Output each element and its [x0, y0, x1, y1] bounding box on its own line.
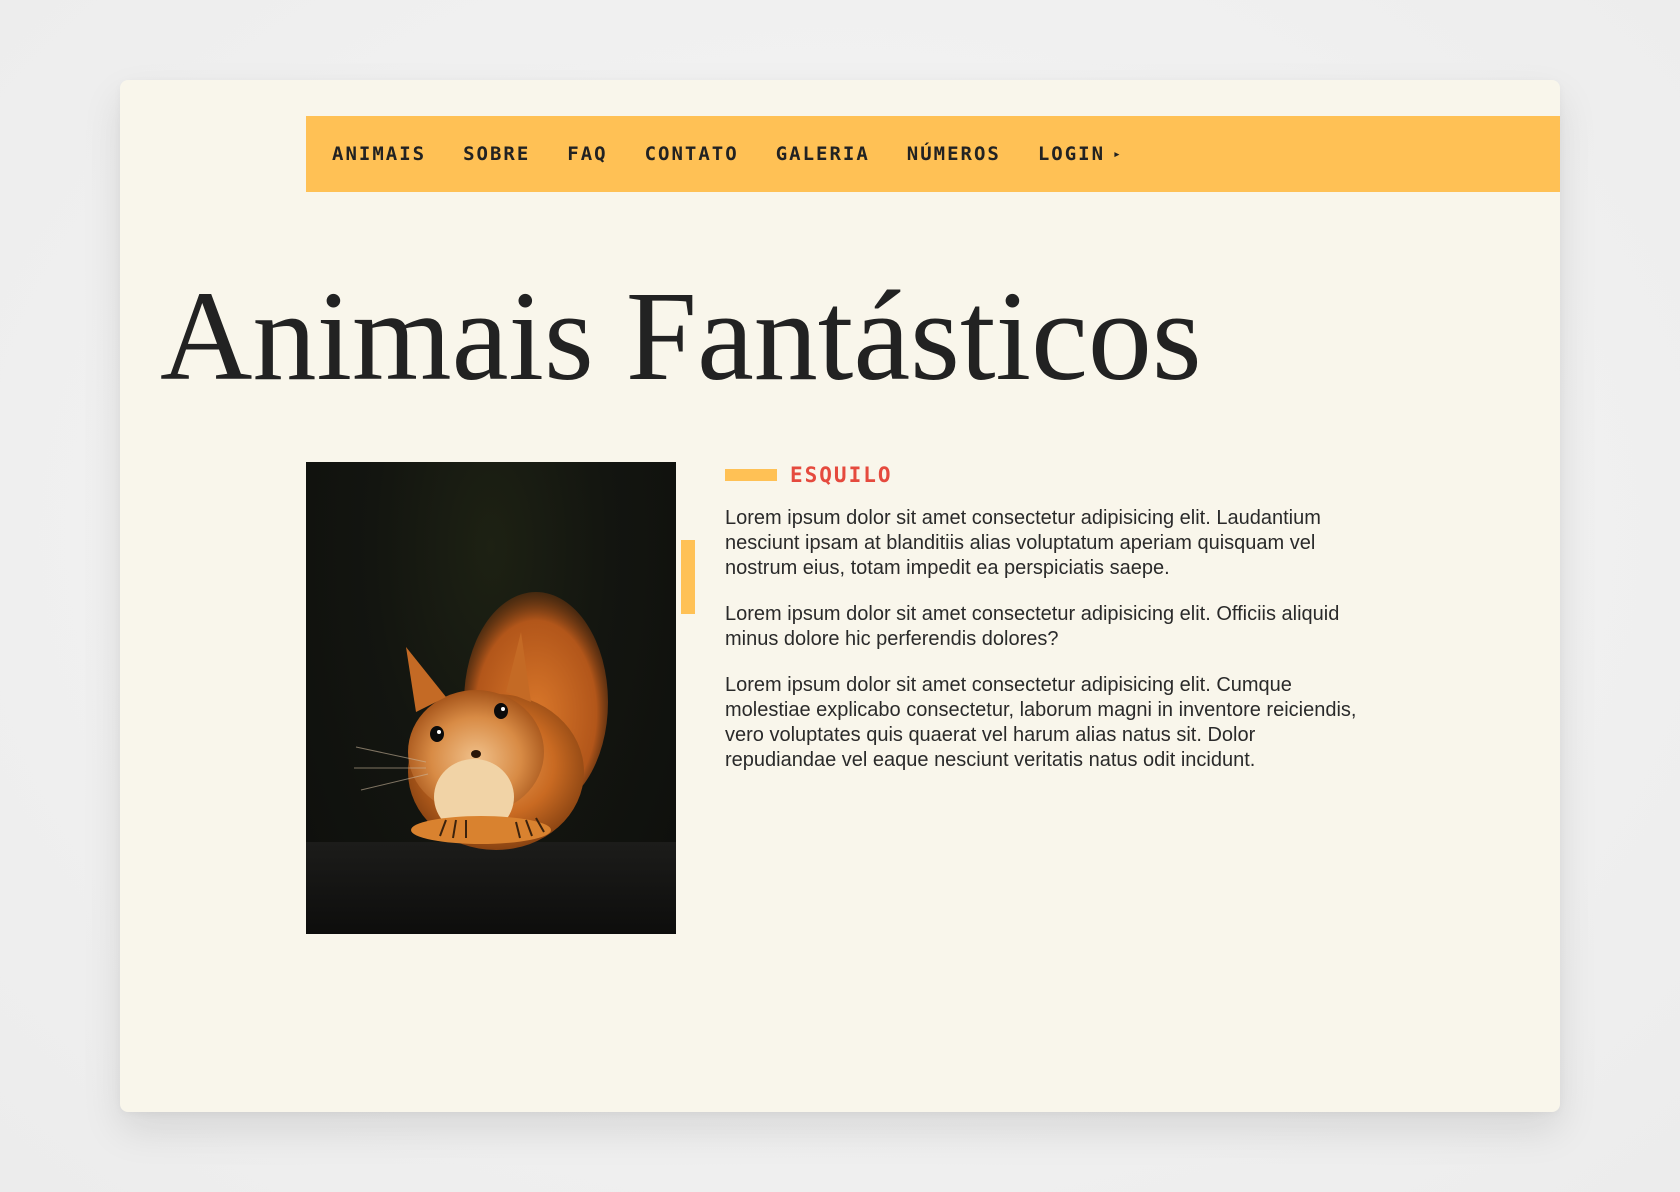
nav-item-faq[interactable]: FAQ [567, 143, 607, 165]
nav-item-sobre[interactable]: SOBRE [463, 143, 530, 165]
nav-item-login-label: LOGIN [1037, 143, 1106, 165]
page-card: ANIMAIS SOBRE FAQ CONTATO GALERIA NÚMERO… [120, 80, 1560, 1112]
animal-heading: ESQUILO [725, 462, 1365, 488]
main-nav: ANIMAIS SOBRE FAQ CONTATO GALERIA NÚMERO… [306, 116, 1560, 192]
paragraph: Lorem ipsum dolor sit amet consectetur a… [725, 674, 1357, 771]
triangle-right-icon: ▸ [1113, 147, 1123, 162]
nav-item-contato[interactable]: CONTATO [645, 143, 739, 165]
paragraph: Lorem ipsum dolor sit amet consectetur a… [725, 603, 1340, 650]
animal-description: ESQUILO Lorem ipsum dolor sit amet conse… [725, 462, 1365, 794]
nav-item-numeros[interactable]: NÚMEROS [907, 143, 1001, 165]
paragraph: Lorem ipsum dolor sit amet consectetur a… [725, 507, 1321, 579]
heading-accent-line [725, 469, 777, 481]
animal-name: ESQUILO [790, 463, 893, 487]
nav-item-galeria[interactable]: GALERIA [776, 143, 870, 165]
nav-item-login[interactable]: LOGIN ▸ [1038, 143, 1123, 165]
page-title: Animais Fantásticos [160, 265, 1202, 407]
nav-item-animais[interactable]: ANIMAIS [332, 143, 426, 165]
accent-bar [681, 540, 695, 614]
squirrel-photo [306, 462, 676, 934]
